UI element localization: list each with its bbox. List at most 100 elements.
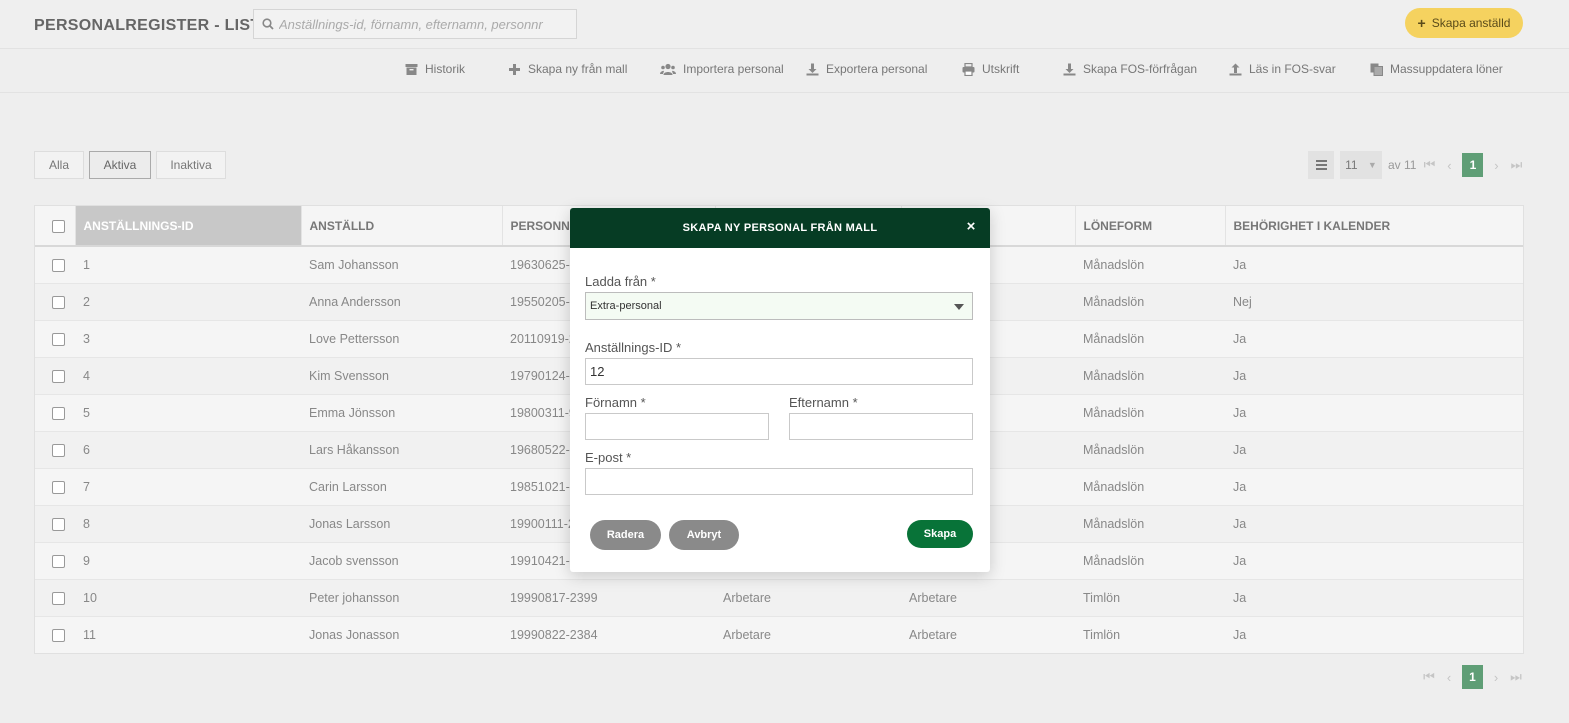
personal-number-cell: 19990817-2399 [502, 579, 715, 617]
row-checkbox[interactable] [52, 628, 65, 642]
list-icon [1315, 160, 1327, 170]
filter-all-button[interactable]: Alla [34, 151, 84, 179]
first-name-input[interactable] [585, 413, 769, 440]
create-from-template-modal: SKAPA NY PERSONAL FRÅN MALL × Ladda från… [570, 208, 990, 572]
employee-id-cell: 1 [75, 246, 301, 284]
current-page-button[interactable]: 1 [1462, 665, 1483, 689]
toolbar-mass-update[interactable]: Massuppdatera löner [1370, 62, 1503, 76]
caret-down-icon [954, 304, 964, 310]
prev-page-icon[interactable]: ‹ [1442, 158, 1456, 173]
employee-name-cell: Anna Andersson [301, 283, 502, 321]
last-page-icon[interactable]: ⏭ [1509, 157, 1523, 173]
next-page-icon[interactable]: › [1489, 670, 1503, 685]
column-header-calendar-permission[interactable]: BEHÖRIGHET I KALENDER [1225, 206, 1523, 247]
create-button[interactable]: Skapa [907, 520, 973, 548]
toolbar-import-label: Importera personal [683, 62, 784, 76]
archive-icon [405, 63, 418, 75]
row-select-cell [35, 431, 75, 469]
employee-id-input[interactable] [585, 358, 973, 385]
row-select-cell [35, 579, 75, 617]
search-input[interactable] [279, 10, 574, 38]
toolbar-import[interactable]: Importera personal [660, 62, 784, 76]
calendar-permission-cell: Ja [1225, 246, 1523, 284]
row-checkbox[interactable] [52, 369, 65, 383]
page-count-label: av 11 [1388, 158, 1417, 172]
load-from-select[interactable]: Extra-personal [585, 292, 973, 320]
next-page-icon[interactable]: › [1489, 158, 1503, 173]
row-checkbox[interactable] [52, 258, 65, 272]
calendar-permission-cell: Ja [1225, 320, 1523, 358]
employee-name-cell: Jonas Jonasson [301, 616, 502, 653]
employee-id-cell: 2 [75, 283, 301, 321]
calendar-permission-cell: Ja [1225, 357, 1523, 395]
delete-button[interactable]: Radera [590, 520, 661, 550]
calendar-permission-cell: Ja [1225, 394, 1523, 432]
users-icon [660, 63, 676, 75]
download-icon [806, 63, 819, 75]
calendar-permission-cell: Ja [1225, 468, 1523, 506]
search-box[interactable] [253, 9, 577, 39]
toolbar-fos-response[interactable]: Läs in FOS-svar [1229, 62, 1336, 76]
page-size-select[interactable]: 11 ▼ [1340, 151, 1382, 179]
employee-id-cell: 11 [75, 616, 301, 653]
cancel-button[interactable]: Avbryt [669, 520, 739, 550]
toolbar-fos-request[interactable]: Skapa FOS-förfrågan [1063, 62, 1197, 76]
list-view-button[interactable] [1308, 151, 1334, 179]
employee-id-cell: 8 [75, 505, 301, 543]
column-4-cell: Arbetare [715, 616, 901, 653]
pay-type-cell: Månadslön [1075, 246, 1225, 284]
toolbar-export-label: Exportera personal [826, 62, 928, 76]
column-header-pay-type[interactable]: LÖNEFORM [1075, 206, 1226, 247]
close-icon[interactable]: × [964, 219, 978, 234]
last-page-icon[interactable]: ⏭ [1509, 669, 1523, 685]
toolbar-create-from-template[interactable]: Skapa ny från mall [508, 62, 627, 76]
pay-type-cell: Månadslön [1075, 283, 1225, 321]
load-from-label: Ladda från * [585, 274, 656, 289]
employee-id-cell: 9 [75, 542, 301, 580]
page-size-value: 11 [1345, 158, 1358, 172]
row-checkbox[interactable] [52, 591, 65, 605]
employee-id-cell: 4 [75, 357, 301, 395]
row-checkbox[interactable] [52, 443, 65, 457]
first-page-icon[interactable]: ⏮ [1422, 157, 1436, 173]
employee-name-cell: Carin Larsson [301, 468, 502, 506]
toolbar: Historik Skapa ny från mall Importera pe… [0, 49, 1569, 93]
row-select-cell [35, 542, 75, 580]
email-input[interactable] [585, 468, 973, 495]
last-name-input[interactable] [789, 413, 973, 440]
table-row[interactable]: 11 Jonas Jonasson 19990822-2384 Arbetare Arb… [35, 616, 1523, 653]
prev-page-icon[interactable]: ‹ [1442, 670, 1456, 685]
chevron-down-icon: ▼ [1367, 160, 1377, 170]
row-checkbox[interactable] [52, 332, 65, 346]
toolbar-print[interactable]: Utskrift [962, 62, 1019, 76]
pay-type-cell: Månadslön [1075, 505, 1225, 543]
column-header-employee[interactable]: ANSTÄLLD [301, 206, 503, 247]
employee-name-cell: Lars Håkansson [301, 431, 502, 469]
plus-icon: + [1417, 15, 1426, 31]
employee-name-cell: Emma Jönsson [301, 394, 502, 432]
row-checkbox[interactable] [52, 554, 65, 568]
app-header: PERSONALREGISTER - LISTA + Skapa anställ… [0, 0, 1569, 49]
current-page-button[interactable]: 1 [1462, 153, 1484, 177]
row-checkbox[interactable] [52, 517, 65, 531]
toolbar-mass-update-label: Massuppdatera löner [1390, 62, 1503, 76]
pay-type-cell: Månadslön [1075, 468, 1225, 506]
table-row[interactable]: 10 Peter johansson 19990817-2399 Arbetare Ar… [35, 579, 1523, 617]
column-header-employee-id[interactable]: ANSTÄLLNINGS-ID [75, 206, 302, 247]
download-icon [1063, 63, 1076, 75]
filter-inactive-button[interactable]: Inaktiva [156, 151, 226, 179]
row-checkbox[interactable] [52, 480, 65, 494]
select-all-checkbox[interactable] [52, 219, 65, 233]
column-5-cell: Arbetare [901, 579, 1075, 617]
employee-id-cell: 7 [75, 468, 301, 506]
print-icon [962, 62, 975, 76]
pay-type-cell: Månadslön [1075, 320, 1225, 358]
toolbar-history[interactable]: Historik [405, 62, 465, 76]
filter-active-button[interactable]: Aktiva [89, 151, 151, 179]
create-employee-button[interactable]: + Skapa anställd [1405, 8, 1523, 38]
row-checkbox[interactable] [52, 406, 65, 420]
employee-id-cell: 10 [75, 579, 301, 617]
first-page-icon[interactable]: ⏮ [1422, 669, 1436, 685]
row-checkbox[interactable] [52, 295, 65, 309]
toolbar-export[interactable]: Exportera personal [806, 62, 927, 76]
